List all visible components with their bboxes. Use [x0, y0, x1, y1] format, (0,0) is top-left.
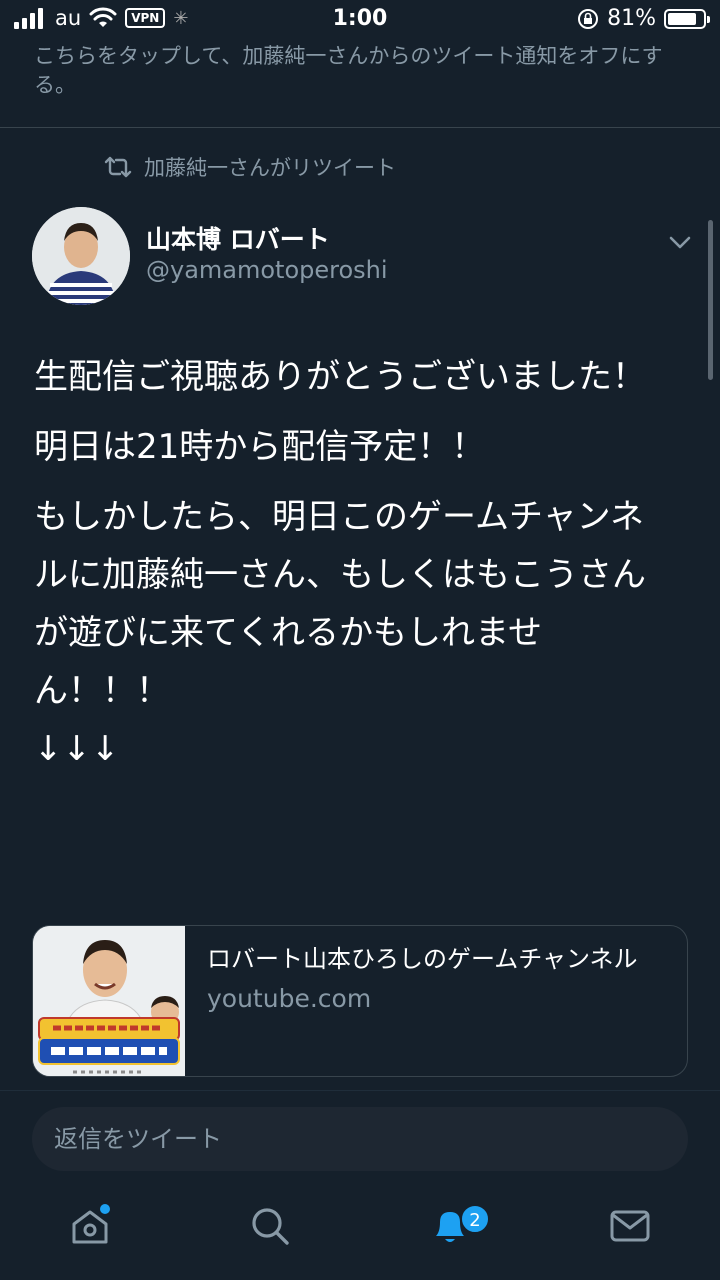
notifications-badge: 2: [460, 1204, 490, 1234]
tweet-paragraph: ↓↓↓: [34, 729, 120, 769]
link-card[interactable]: ロバート山本ひろしのゲームチャンネル youtube.com: [32, 925, 688, 1077]
divider: [0, 127, 720, 128]
card-domain: youtube.com: [207, 984, 372, 1013]
tweet-text: 生配信ご視聴ありがとうございました！ 明日は21時から配信予定！！ もしかしたら…: [34, 348, 674, 790]
notification-notice[interactable]: こちらをタップして、加藤純一さんからのツイート通知をオフにする。: [34, 42, 694, 100]
card-title: ロバート山本ひろしのゲームチャンネル: [207, 945, 638, 973]
orientation-lock-icon: [578, 8, 599, 29]
card-thumbnail: [33, 926, 185, 1076]
retweet-label: 加藤純一さんがリツイート: [144, 156, 396, 180]
avatar-image: [32, 207, 130, 305]
reply-bar: 返信をツイート: [0, 1090, 720, 1186]
reply-input[interactable]: 返信をツイート: [32, 1107, 688, 1171]
battery-percent: 81%: [607, 6, 656, 31]
messages-icon[interactable]: [608, 1204, 652, 1248]
chevron-down-icon[interactable]: [664, 226, 696, 258]
battery-icon: [664, 8, 710, 29]
scrollbar[interactable]: [708, 220, 713, 380]
status-right: 81%: [577, 6, 710, 31]
avatar[interactable]: [32, 207, 130, 305]
author-display-name[interactable]: 山本博 ロバート: [146, 220, 330, 256]
tweet-paragraph: 明日は21時から配信予定！！: [34, 427, 486, 467]
tweet-paragraph: 生配信ご視聴ありがとうございました！: [34, 357, 646, 397]
card-text: ロバート山本ひろしのゲームチャンネル youtube.com: [207, 940, 677, 1013]
retweet-context[interactable]: 加藤純一さんがリツイート: [104, 152, 396, 182]
author-handle[interactable]: @yamamotoperoshi: [146, 256, 388, 284]
tab-bar: [0, 1186, 720, 1280]
retweet-icon: [104, 156, 132, 178]
tweet-paragraph: もしかしたら、明日このゲームチャンネルに加藤純一さん、もしくはもこうさんが遊びに…: [34, 497, 646, 711]
battery-level: [668, 12, 696, 25]
home-new-dot: [100, 1204, 110, 1214]
search-icon[interactable]: [248, 1204, 292, 1248]
status-bar: au VPN ✳ 1:00 81%: [0, 0, 720, 40]
